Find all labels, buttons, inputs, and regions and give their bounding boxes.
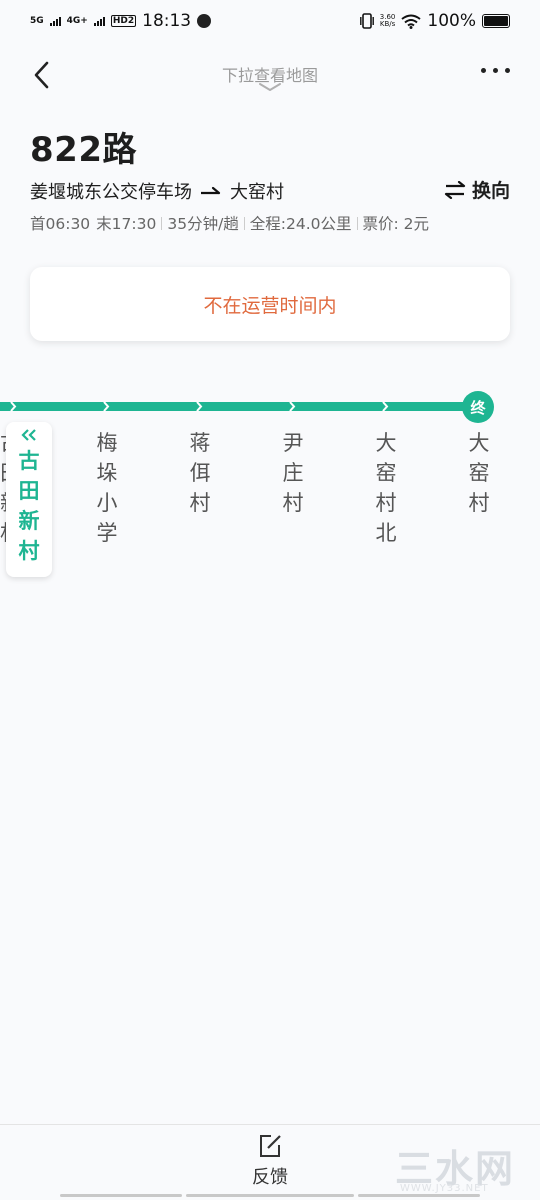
chevron-down-icon [259,83,281,91]
bus-interval: 35分钟/趟 [167,215,239,233]
feedback-label: 反馈 [252,1167,288,1188]
current-stop-name: 古田新村 [18,449,40,563]
chevron-right-icon [382,401,389,412]
stop-label[interactable]: 蒋佴村 [187,428,213,518]
top-nav: 下拉查看地图 [0,52,540,98]
status-bar: 5G 4G+ HD2 18:13 3.60 KB/s 100% [0,0,540,42]
signal-4g-label: 4G+ [66,15,88,26]
stop-label[interactable]: 梅垛小学 [94,428,120,548]
route-destination: 大窑村 [230,182,284,203]
gesture-bar [186,1194,354,1197]
more-options-button[interactable] [481,68,510,73]
stop-label[interactable]: 尹庄村 [280,428,306,518]
signal-bars-icon [49,16,61,26]
signal-bars-icon [93,16,105,26]
route-direction: 姜堰城东公交停车场 大窑村 [30,178,284,204]
net-speed-unit: KB/s [379,20,396,28]
wifi-icon [401,14,422,29]
battery-percent: 100% [427,11,476,31]
divider [356,216,358,230]
terminal-badge: 终 [462,391,494,423]
clock: 18:13 [142,11,192,31]
route-meta: 首06:30 末17:30 35分钟/趟 全程:24.0公里 票价: 2元 [30,212,429,234]
service-status-card: 不在运营时间内 [30,267,510,341]
chevron-right-icon [103,401,110,412]
notification-icon [197,14,212,28]
route-distance: 全程:24.0公里 [249,215,352,233]
swap-icon [444,180,466,199]
direction-arrow-icon [201,186,221,195]
stop-label[interactable]: 大窑村北 [373,428,399,548]
watermark-url: WWW.JY33.NET [400,1183,489,1194]
divider [243,216,245,230]
route-line-track [0,402,470,411]
fare: 票价: 2元 [362,215,430,233]
double-chevron-left-icon [21,429,36,441]
chevron-right-icon [196,401,203,412]
first-bus-time: 首06:30 [30,215,91,233]
stop-label[interactable]: 大窑村 [466,428,492,518]
gesture-bar [60,1194,182,1197]
signal-5g-label: 5G [30,15,44,26]
vibrate-icon [359,13,374,29]
route-title: 822路 [30,130,137,170]
bottom-divider [0,1124,540,1125]
chevron-right-icon [10,401,17,412]
swap-label: 换向 [471,180,510,202]
last-bus-time: 末17:30 [96,215,157,233]
edit-icon [260,1135,281,1157]
hd-voice-icon: HD2 [110,15,137,27]
battery-icon [482,14,510,28]
current-stop-card[interactable]: 古田新村 [6,422,52,577]
net-speed: 3.60 KB/s [380,14,396,28]
feedback-button[interactable]: 反馈 [220,1133,320,1193]
chevron-right-icon [289,401,296,412]
route-origin: 姜堰城东公交停车场 [30,182,192,203]
gesture-bar [358,1194,480,1197]
service-status-message: 不在运营时间内 [203,294,337,317]
swap-direction-button[interactable]: 换向 [444,176,510,203]
divider [161,216,163,230]
